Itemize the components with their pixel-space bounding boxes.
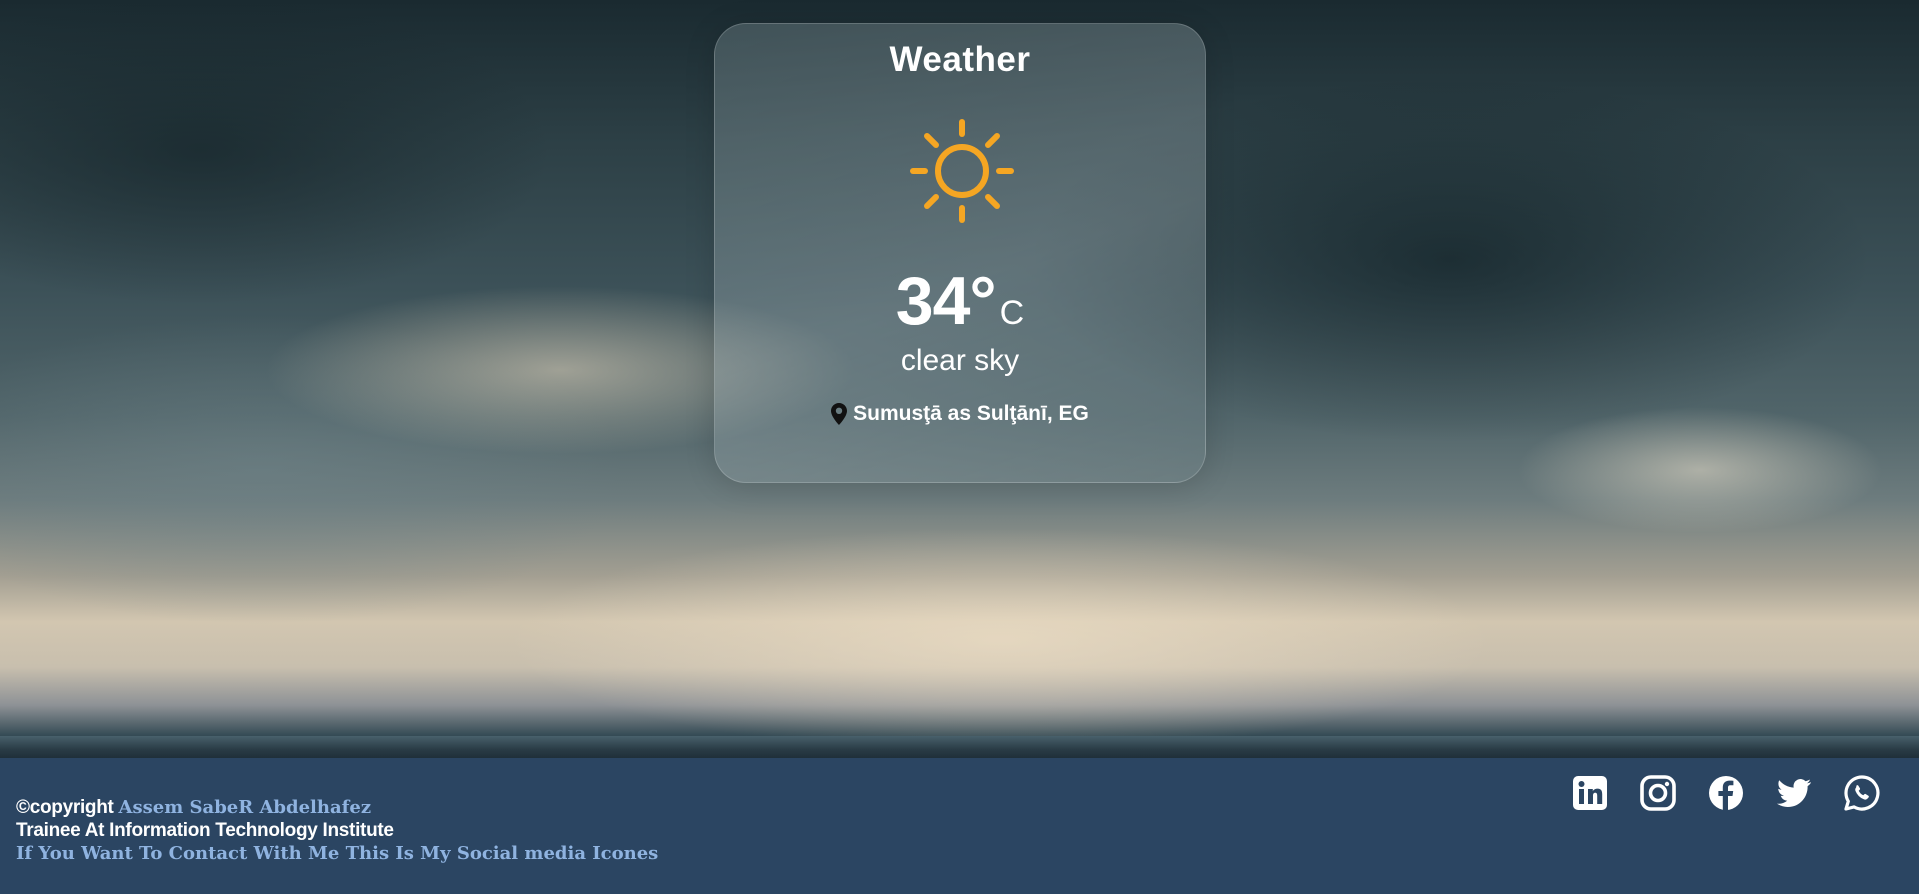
card-title: Weather [889, 40, 1031, 79]
sun-icon [907, 116, 1017, 226]
copyright-prefix: ©copyright [16, 797, 119, 818]
social-icons [1571, 774, 1881, 812]
twitter-icon[interactable] [1775, 774, 1813, 812]
whatsapp-icon[interactable] [1843, 774, 1881, 812]
weather-card: Weather 34° C clear sky Sumusţā as Sulţā… [714, 23, 1206, 483]
temperature-value: 34° [895, 263, 997, 339]
author-name: Assem SabeR Abdelhafez [118, 797, 372, 818]
location-pin-icon [831, 403, 848, 425]
facebook-icon[interactable] [1707, 774, 1745, 812]
role-line: Trainee At Information Technology Instit… [16, 820, 394, 841]
instagram-icon[interactable] [1639, 774, 1677, 812]
footer: ©copyright Assem SabeR Abdelhafez Traine… [0, 758, 1919, 894]
temperature: 34° C [715, 262, 1205, 340]
weather-description: clear sky [900, 344, 1020, 377]
linkedin-icon[interactable] [1571, 774, 1609, 812]
copyright-line: ©copyright Assem SabeR Abdelhafez [16, 796, 658, 819]
contact-note: If You Want To Contact With Me This Is M… [16, 843, 659, 864]
temperature-unit: C [999, 294, 1025, 332]
location: Sumusţā as Sulţānī, EG [715, 402, 1205, 426]
horizon [0, 736, 1919, 758]
location-name: Sumusţā as Sulţānī, EG [853, 402, 1089, 425]
footer-text: ©copyright Assem SabeR Abdelhafez Traine… [16, 796, 658, 865]
